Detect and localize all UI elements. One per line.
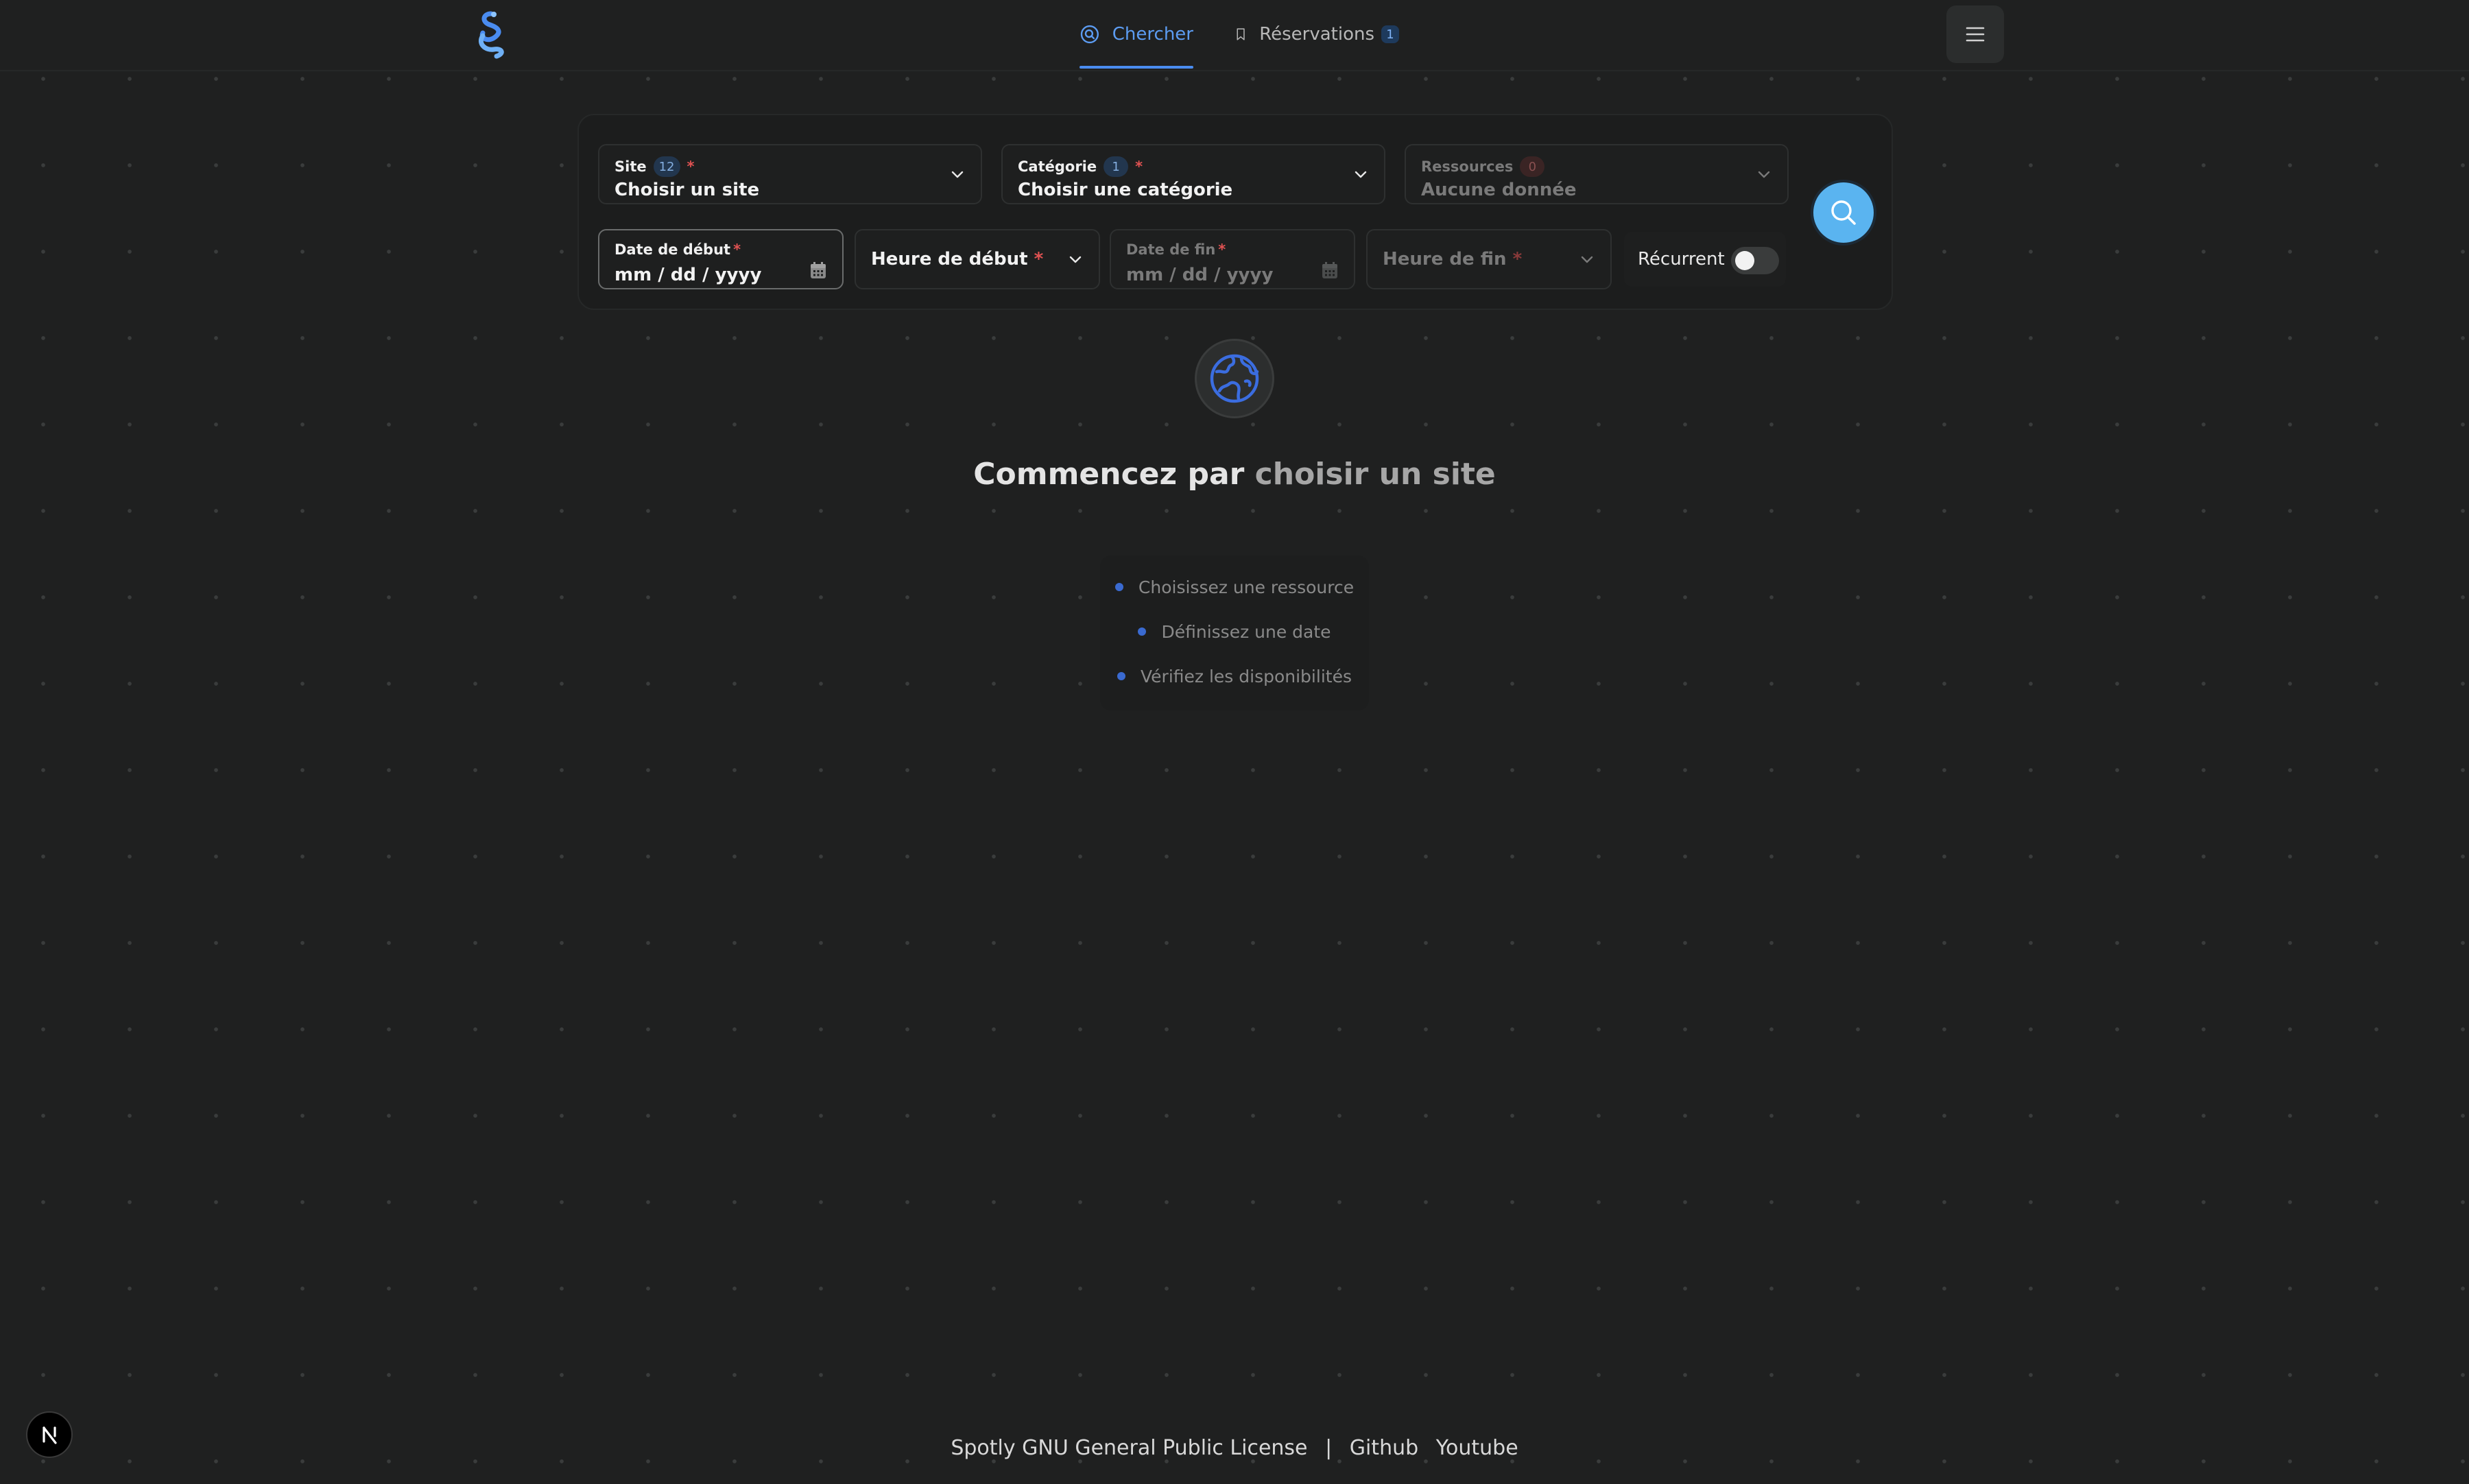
- resources-count-badge: 0: [1520, 156, 1545, 177]
- tab-reservations[interactable]: Réservations 1: [1234, 0, 1399, 69]
- resources-select[interactable]: Ressources 0 Aucune donnée: [1405, 144, 1789, 204]
- required-marker: *: [1218, 241, 1226, 258]
- required-marker: *: [733, 241, 741, 258]
- chevron-down-icon: [1355, 171, 1367, 178]
- toggle-knob: [1735, 251, 1754, 270]
- footer-link-youtube[interactable]: Youtube: [1436, 1436, 1518, 1460]
- end-time-select[interactable]: Heure de fin *: [1366, 229, 1612, 289]
- chevron-down-icon: [1069, 256, 1082, 263]
- category-label: Catégorie: [1018, 158, 1097, 175]
- tab-reservations-label: Réservations: [1259, 24, 1374, 45]
- snake-logo-icon[interactable]: [470, 8, 514, 60]
- start-date-value: mm / dd / yyyy: [615, 265, 762, 285]
- chevron-down-icon: [1758, 171, 1770, 178]
- site-select[interactable]: Site 12 * Choisir un site: [598, 144, 982, 204]
- category-select[interactable]: Catégorie 1 * Choisir une catégorie: [1001, 144, 1385, 204]
- empty-title-start: Commencez par: [973, 457, 1255, 492]
- globe-icon: [1210, 354, 1259, 403]
- end-date-value: mm / dd / yyyy: [1126, 265, 1274, 285]
- footer: Spotly GNU General Public License | Gith…: [0, 1436, 2469, 1460]
- end-time-label: Heure de fin: [1383, 249, 1507, 270]
- footer-license: Spotly GNU General Public License: [951, 1436, 1308, 1460]
- end-date-label-row: Date de fin *: [1126, 241, 1226, 258]
- search-button[interactable]: [1813, 182, 1874, 243]
- tab-chercher[interactable]: Chercher: [1080, 0, 1193, 69]
- category-value: Choisir une catégorie: [1018, 180, 1233, 200]
- footer-link-github[interactable]: Github: [1350, 1436, 1418, 1460]
- required-marker: *: [1512, 249, 1523, 270]
- footer-separator: |: [1325, 1436, 1333, 1460]
- globe-illustration: [1195, 339, 1274, 418]
- resources-label-row: Ressources 0: [1421, 156, 1545, 177]
- calendar-icon[interactable]: [809, 261, 827, 280]
- start-time-label-row: Heure de début *: [871, 249, 1043, 270]
- nextjs-devtools-button[interactable]: [26, 1411, 73, 1458]
- recurrent-toggle-group: Récurrent: [1624, 232, 1786, 287]
- start-time-label: Heure de début: [871, 249, 1028, 270]
- empty-state-title: Commencez par choisir un site: [0, 457, 2469, 492]
- empty-title-end: choisir un site: [1254, 457, 1496, 492]
- reservations-count-badge: 1: [1381, 25, 1399, 43]
- step-item: Vérifiez les disponibilités: [1100, 667, 1369, 686]
- category-count-badge: 1: [1104, 156, 1129, 177]
- start-date-input[interactable]: Date de début * mm / dd / yyyy: [598, 229, 844, 289]
- bookmark-icon: [1237, 28, 1245, 40]
- resources-value: Aucune donnée: [1421, 180, 1577, 200]
- chevron-down-icon: [951, 171, 964, 178]
- hamburger-icon: [1966, 27, 1985, 42]
- site-label-row: Site 12 *: [615, 156, 695, 177]
- tab-chercher-label: Chercher: [1112, 24, 1193, 45]
- search-circle-icon: [1080, 25, 1099, 44]
- chevron-down-icon: [1581, 256, 1593, 263]
- site-value: Choisir un site: [615, 180, 760, 200]
- menu-button[interactable]: [1946, 5, 2004, 63]
- end-date-label: Date de fin: [1126, 241, 1216, 258]
- nextjs-logo-icon: [43, 1426, 57, 1444]
- end-date-input[interactable]: Date de fin * mm / dd / yyyy: [1110, 229, 1355, 289]
- category-label-row: Catégorie 1 *: [1018, 156, 1143, 177]
- required-marker: *: [687, 158, 695, 175]
- start-date-label-row: Date de début *: [615, 241, 741, 258]
- required-marker: *: [1135, 158, 1143, 175]
- search-panel: Site 12 * Choisir un site Catégorie 1 * …: [577, 114, 1893, 310]
- recurrent-toggle[interactable]: [1731, 247, 1779, 274]
- end-time-label-row: Heure de fin *: [1383, 249, 1522, 270]
- site-count-badge: 12: [653, 156, 680, 177]
- calendar-icon[interactable]: [1321, 261, 1339, 280]
- resources-label: Ressources: [1421, 158, 1514, 175]
- top-navbar: Chercher Réservations 1: [0, 0, 2469, 71]
- start-time-select[interactable]: Heure de début *: [855, 229, 1100, 289]
- steps-list: Choisissez une ressource Définissez une …: [1100, 555, 1369, 710]
- step-item: Choisissez une ressource: [1100, 577, 1369, 597]
- start-date-label: Date de début: [615, 241, 731, 258]
- site-label: Site: [615, 158, 647, 175]
- search-icon: [1831, 200, 1856, 225]
- recurrent-label: Récurrent: [1638, 249, 1725, 270]
- required-marker: *: [1034, 249, 1044, 270]
- step-item: Définissez une date: [1100, 622, 1369, 642]
